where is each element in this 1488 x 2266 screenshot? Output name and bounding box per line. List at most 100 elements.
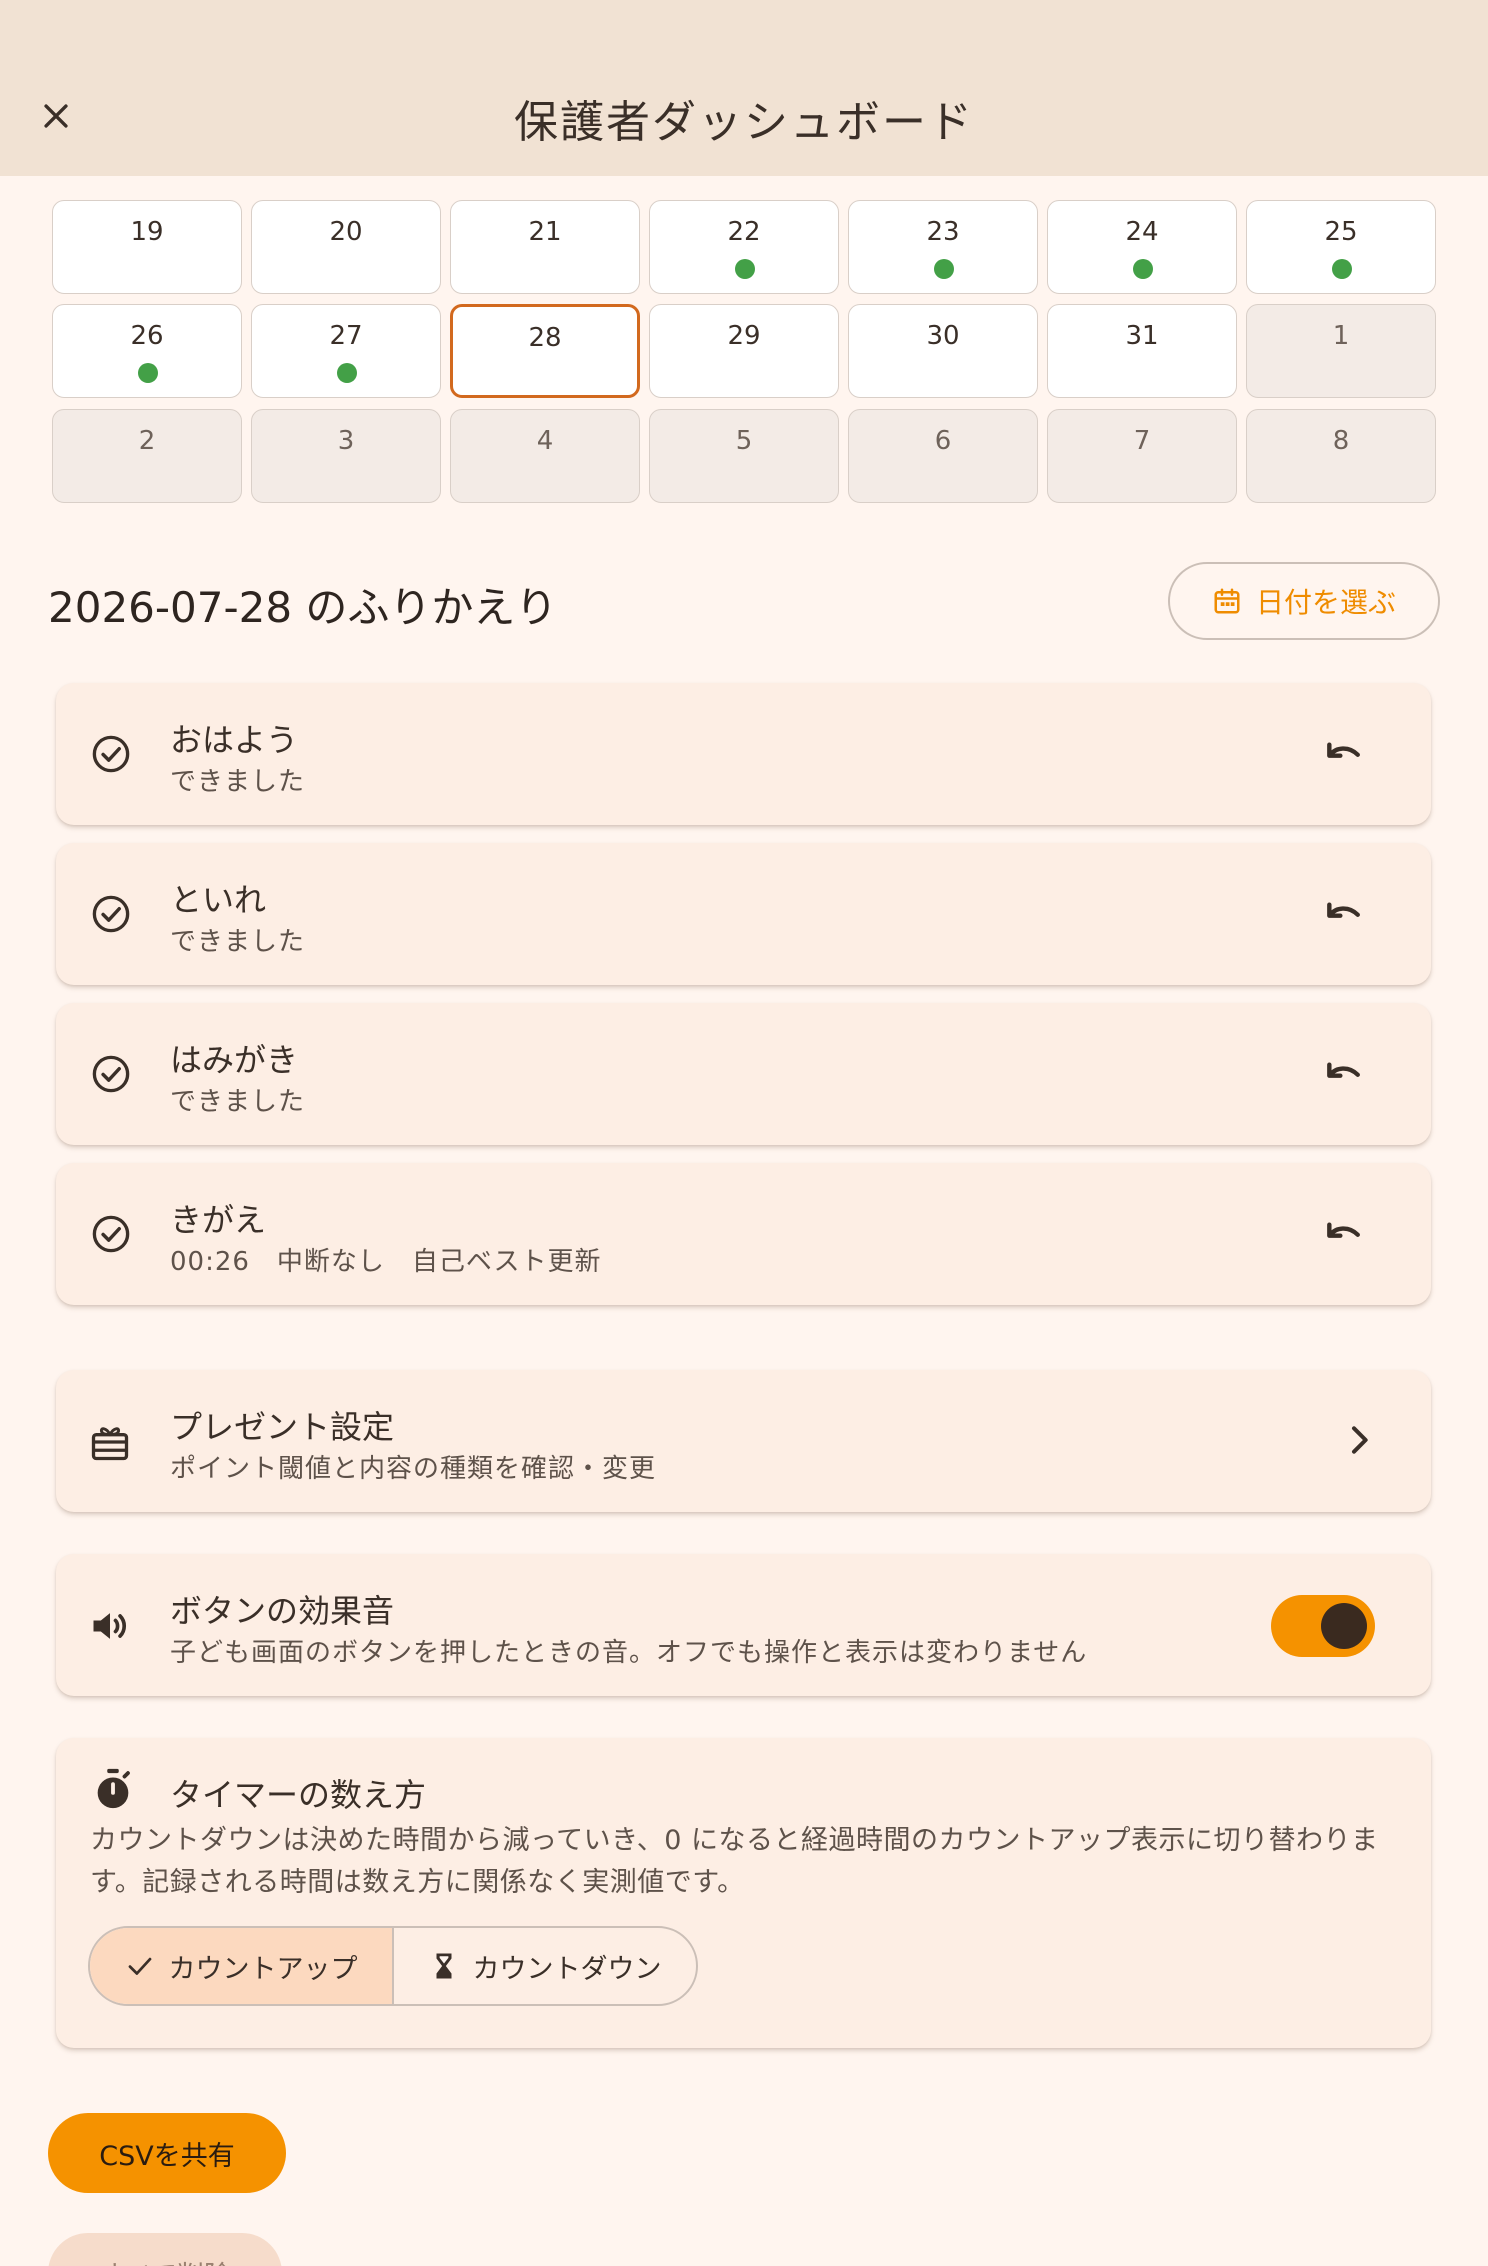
- calendar-day[interactable]: 26: [52, 304, 242, 398]
- calendar-row: 2 3 4 5 6 7 8: [52, 409, 1436, 503]
- calendar-day-number: 22: [727, 217, 761, 247]
- calendar-day[interactable]: 4: [450, 409, 640, 503]
- select-date-button[interactable]: 日付を選ぶ: [1168, 562, 1440, 640]
- check-circle-icon: [90, 1053, 132, 1099]
- present-settings-subtitle: ポイント閾値と内容の種類を確認・変更: [170, 1454, 657, 1484]
- reset-button[interactable]: すべて削除: [48, 2233, 282, 2266]
- calendar-day-number: 21: [528, 217, 562, 247]
- undo-icon: [1322, 1210, 1366, 1258]
- calendar-day[interactable]: 30: [848, 304, 1038, 398]
- chevron-right-icon: [1339, 1420, 1379, 1464]
- calendar-day-number: 3: [337, 426, 355, 456]
- calendar-day-selected[interactable]: 28: [450, 304, 640, 398]
- undo-button[interactable]: [1317, 1207, 1371, 1261]
- calendar-day[interactable]: 21: [450, 200, 640, 294]
- count-down-label: カウントダウン: [472, 1953, 662, 1985]
- undo-icon: [1322, 890, 1366, 938]
- calendar-day-number: 5: [735, 426, 753, 456]
- calendar-day[interactable]: 2: [52, 409, 242, 503]
- calendar-day-number: 25: [1324, 217, 1358, 247]
- button-sound-subtitle: 子ども画面のボタンを押したときの音。オフでも操作と表示は変わりません: [170, 1638, 1088, 1668]
- calendar-day[interactable]: 8: [1246, 409, 1436, 503]
- completed-dot: [1332, 259, 1352, 279]
- undo-button[interactable]: [1317, 887, 1371, 941]
- task-name: おはよう: [170, 721, 299, 759]
- completed-dot: [138, 363, 158, 383]
- calendar-day-number: 23: [926, 217, 960, 247]
- calendar-day[interactable]: 19: [52, 200, 242, 294]
- undo-icon: [1322, 730, 1366, 778]
- calendar-day[interactable]: 5: [649, 409, 839, 503]
- gift-icon: [88, 1420, 132, 1468]
- completed-dot: [934, 259, 954, 279]
- calendar-day-number: 20: [329, 217, 363, 247]
- select-date-label: 日付を選ぶ: [1255, 586, 1396, 619]
- calendar-day[interactable]: 31: [1047, 304, 1237, 398]
- calendar-day-number: 31: [1125, 321, 1159, 351]
- calendar-day-number: 2: [138, 426, 156, 456]
- calendar-day[interactable]: 29: [649, 304, 839, 398]
- calendar-day-number: 24: [1125, 217, 1159, 247]
- button-sound-card: ボタンの効果音 子ども画面のボタンを押したときの音。オフでも操作と表示は変わりま…: [56, 1554, 1431, 1696]
- calendar-day-number: 29: [727, 321, 761, 351]
- task-status: 00:26 中断なし 自己ベスト更新: [170, 1247, 602, 1277]
- task-name: はみがき: [170, 1041, 299, 1079]
- calendar-day-number: 30: [926, 321, 960, 351]
- count-down-option[interactable]: カウントダウン: [394, 1928, 696, 2004]
- speaker-icon: [88, 1604, 132, 1652]
- share-csv-button[interactable]: CSVを共有: [48, 2113, 286, 2193]
- app-bar: 保護者ダッシュボード: [0, 0, 1488, 176]
- task-name: きがえ: [170, 1201, 267, 1239]
- calendar-day-number: 26: [130, 321, 164, 351]
- calendar-day[interactable]: 24: [1047, 200, 1237, 294]
- stopwatch-icon: [90, 1766, 136, 1816]
- calendar-icon: [1214, 588, 1240, 614]
- calendar-day[interactable]: 23: [848, 200, 1038, 294]
- check-circle-icon: [90, 1213, 132, 1259]
- undo-button[interactable]: [1317, 1047, 1371, 1101]
- timer-mode-description: カウントダウンは決めた時間から減っていき、0 になると経過時間のカウントアップ表…: [90, 1825, 1379, 1898]
- check-circle-icon: [90, 733, 132, 779]
- calendar-day-number: 4: [536, 426, 554, 456]
- completed-dot: [735, 259, 755, 279]
- task-status: できました: [170, 927, 306, 957]
- button-sound-title: ボタンの効果音: [170, 1592, 395, 1630]
- calendar-day-number: 28: [528, 323, 562, 353]
- undo-icon: [1322, 1050, 1366, 1098]
- calendar-day-number: 19: [130, 217, 164, 247]
- button-sound-toggle[interactable]: [1271, 1595, 1375, 1657]
- task-status: できました: [170, 767, 306, 797]
- count-up-label: カウントアップ: [168, 1953, 358, 1985]
- timer-mode-segmented: カウントアップ カウントダウン: [88, 1926, 698, 2006]
- calendar-row: 26 27 28 29 30 31 1: [52, 304, 1436, 398]
- timer-mode-title: タイマーの数え方: [170, 1776, 427, 1814]
- calendar-day[interactable]: 6: [848, 409, 1038, 503]
- calendar-day[interactable]: 25: [1246, 200, 1436, 294]
- calendar-day[interactable]: 7: [1047, 409, 1237, 503]
- calendar-day-number: 1: [1332, 321, 1350, 351]
- calendar-day[interactable]: 20: [251, 200, 441, 294]
- toggle-knob: [1321, 1603, 1367, 1649]
- calendar-day[interactable]: 27: [251, 304, 441, 398]
- present-settings-title: プレゼント設定: [170, 1408, 395, 1446]
- review-title: 2026-07-28 のふりかえり: [48, 583, 558, 632]
- task-card: はみがき できました: [56, 1003, 1431, 1145]
- page-title: 保護者ダッシュボード: [514, 97, 974, 148]
- undo-button[interactable]: [1317, 727, 1371, 781]
- hourglass-icon: [436, 1953, 451, 1979]
- task-card: おはよう できました: [56, 683, 1431, 825]
- task-card: きがえ 00:26 中断なし 自己ベスト更新: [56, 1163, 1431, 1305]
- calendar-day-number: 8: [1332, 426, 1350, 456]
- task-name: といれ: [170, 881, 267, 919]
- present-settings-card[interactable]: プレゼント設定 ポイント閾値と内容の種類を確認・変更: [56, 1370, 1431, 1512]
- calendar-day-number: 7: [1133, 426, 1151, 456]
- calendar-day[interactable]: 22: [649, 200, 839, 294]
- calendar-day[interactable]: 1: [1246, 304, 1436, 398]
- task-card: といれ できました: [56, 843, 1431, 985]
- count-up-option[interactable]: カウントアップ: [90, 1928, 394, 2004]
- timer-mode-card: タイマーの数え方 カウントダウンは決めた時間から減っていき、0 になると経過時間…: [56, 1738, 1431, 2048]
- task-status: できました: [170, 1087, 306, 1117]
- check-circle-icon: [90, 893, 132, 939]
- calendar-day-number: 27: [329, 321, 363, 351]
- calendar-day[interactable]: 3: [251, 409, 441, 503]
